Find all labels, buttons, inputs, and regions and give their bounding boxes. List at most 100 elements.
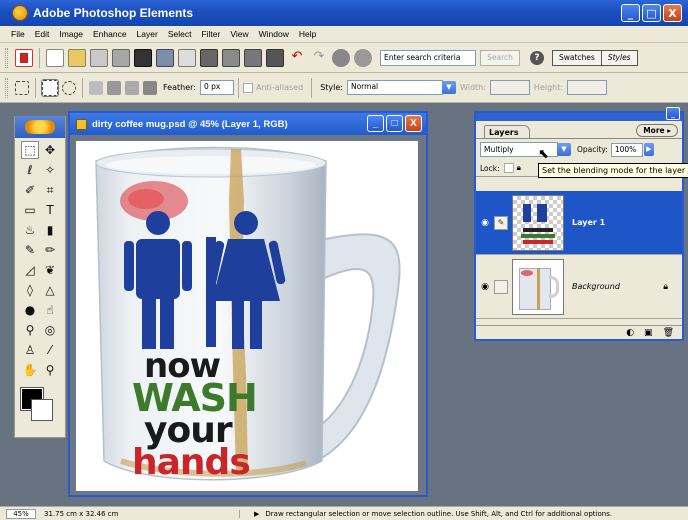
print-online-icon[interactable]: [266, 48, 284, 67]
type-tool-icon[interactable]: T: [41, 201, 59, 219]
clone-stamp-tool-icon[interactable]: ♙: [21, 341, 39, 359]
layer-row-background[interactable]: ◉ Background 🔒︎: [476, 255, 682, 319]
doc-close-button[interactable]: X: [405, 115, 422, 132]
width-input[interactable]: [489, 80, 530, 95]
menu-edit[interactable]: Edit: [30, 29, 55, 39]
search-button[interactable]: Search: [480, 49, 520, 66]
style-select[interactable]: Normal: [346, 80, 443, 95]
scanner-icon[interactable]: [112, 48, 130, 67]
blur-tool-icon[interactable]: ◊: [21, 281, 39, 299]
separator: [237, 77, 239, 98]
pencil-tool-icon[interactable]: ✏: [41, 241, 59, 259]
gradient-tool-icon[interactable]: ▮: [41, 221, 59, 239]
dodge-tool-icon[interactable]: ⚲: [21, 321, 39, 339]
lock-transparency-checkbox[interactable]: [503, 163, 514, 173]
paint-bucket-tool-icon[interactable]: ♨: [21, 221, 39, 239]
crop-tool-icon[interactable]: ⌗: [41, 181, 59, 199]
save-icon[interactable]: [134, 48, 152, 67]
zoom-level-field[interactable]: 45%: [6, 508, 36, 519]
maximize-button[interactable]: □: [642, 4, 661, 22]
options-grip[interactable]: [5, 77, 8, 98]
new-file-icon[interactable]: [46, 48, 64, 67]
menu-select[interactable]: Select: [163, 29, 197, 39]
red-eye-icon[interactable]: [332, 48, 350, 67]
toolbar-grip[interactable]: [5, 47, 8, 68]
styles-palette-tab[interactable]: Styles: [601, 49, 638, 66]
shape-tool-icon[interactable]: ▭: [21, 201, 39, 219]
subtract-selection-icon[interactable]: [125, 80, 139, 95]
background-link-icon[interactable]: [494, 279, 508, 294]
lock-icon[interactable]: 🔒︎: [517, 163, 521, 173]
image-canvas[interactable]: now WASH your hands: [76, 141, 418, 491]
brush-tool-icon[interactable]: ✎: [21, 241, 39, 259]
import-icon[interactable]: [90, 48, 108, 67]
opacity-input[interactable]: 100%: [610, 142, 643, 157]
height-input[interactable]: [567, 80, 608, 95]
background-visibility-eye-icon[interactable]: ◉: [476, 278, 494, 296]
lasso-tool-icon[interactable]: ℓ: [21, 161, 39, 179]
rect-marquee-option-icon[interactable]: [15, 80, 29, 95]
attach-to-email-icon[interactable]: [178, 48, 196, 67]
menu-file[interactable]: File: [6, 29, 30, 39]
menu-window[interactable]: Window: [254, 29, 294, 39]
magic-wand-tool-icon[interactable]: ✧: [41, 161, 59, 179]
menu-view[interactable]: View: [225, 29, 253, 39]
impressionist-brush-tool-icon[interactable]: ❦: [41, 261, 59, 279]
background-color-swatch[interactable]: [31, 399, 53, 421]
style-dropdown-arrow-icon[interactable]: ▼: [441, 81, 456, 94]
menu-layer[interactable]: Layer: [132, 29, 163, 39]
red-eye-brush-tool-icon[interactable]: ◎: [41, 321, 59, 339]
save-for-web-icon[interactable]: [156, 48, 174, 67]
smudge-tool-icon[interactable]: ☝: [41, 301, 59, 319]
more-button[interactable]: More ▸: [636, 124, 678, 137]
new-selection-icon[interactable]: [89, 80, 103, 95]
search-input[interactable]: Enter search criteria: [380, 49, 476, 66]
menu-enhance[interactable]: Enhance: [88, 29, 132, 39]
add-to-selection-icon[interactable]: [107, 80, 121, 95]
sponge-tool-icon[interactable]: ●: [21, 301, 39, 319]
palette-title-strip[interactable]: _: [476, 107, 682, 121]
doc-minimize-button[interactable]: _: [367, 115, 384, 132]
tab-layers[interactable]: Layers: [484, 125, 530, 138]
document-title-bar[interactable]: dirty coffee mug.psd @ 45% (Layer 1, RGB…: [70, 113, 426, 135]
blend-dropdown-arrow-icon[interactable]: ▼: [557, 143, 571, 156]
palette-close-button[interactable]: _: [666, 107, 680, 120]
rectangular-marquee-tool-icon[interactable]: ⬚: [21, 141, 39, 159]
antialiased-checkbox[interactable]: [242, 82, 253, 93]
delete-layer-icon[interactable]: 🗑︎: [663, 328, 674, 338]
doc-maximize-button[interactable]: □: [386, 115, 403, 132]
print-preview-icon[interactable]: [222, 48, 240, 67]
layer-brush-icon[interactable]: ✎: [494, 215, 508, 230]
toolbox-header[interactable]: [15, 116, 65, 138]
eraser-tool-icon[interactable]: ◿: [21, 261, 39, 279]
close-button[interactable]: X: [663, 4, 682, 22]
minimize-button[interactable]: _: [621, 4, 640, 22]
step-forward-icon[interactable]: ↷: [310, 48, 328, 67]
elliptical-shape-icon[interactable]: [62, 80, 76, 95]
sharpen-tool-icon[interactable]: △: [41, 281, 59, 299]
open-folder-icon[interactable]: [68, 48, 86, 67]
intersect-selection-icon[interactable]: [143, 80, 157, 95]
move-tool-icon[interactable]: ✥: [41, 141, 59, 159]
print-icon[interactable]: [200, 48, 218, 67]
step-backward-icon[interactable]: ↶: [288, 48, 306, 67]
hand-tool-icon[interactable]: ✋: [21, 361, 39, 379]
menu-help[interactable]: Help: [294, 29, 321, 39]
menu-filter[interactable]: Filter: [196, 29, 225, 39]
rectangular-shape-icon[interactable]: [41, 78, 59, 97]
eyedropper-tool-icon[interactable]: ⁄: [41, 341, 59, 359]
selection-brush-tool-icon[interactable]: ✐: [21, 181, 39, 199]
zoom-tool-icon[interactable]: ⚲: [41, 361, 59, 379]
menu-image[interactable]: Image: [54, 29, 88, 39]
adjustment-layer-icon[interactable]: ◐: [626, 328, 634, 338]
layer-row-layer-1[interactable]: ◉ ✎ Layer 1: [476, 191, 682, 255]
help-icon[interactable]: ?: [530, 50, 544, 65]
online-services-icon[interactable]: [244, 48, 262, 67]
opacity-slider-arrow-icon[interactable]: ▶: [643, 143, 654, 156]
swatches-palette-tab[interactable]: Swatches: [552, 49, 602, 66]
photomerge-icon[interactable]: [354, 48, 372, 67]
welcome-screen-icon[interactable]: [15, 48, 33, 67]
layer-visibility-eye-icon[interactable]: ◉: [476, 214, 494, 232]
feather-input[interactable]: 0 px: [199, 80, 234, 95]
new-layer-icon[interactable]: ▣: [644, 328, 653, 338]
